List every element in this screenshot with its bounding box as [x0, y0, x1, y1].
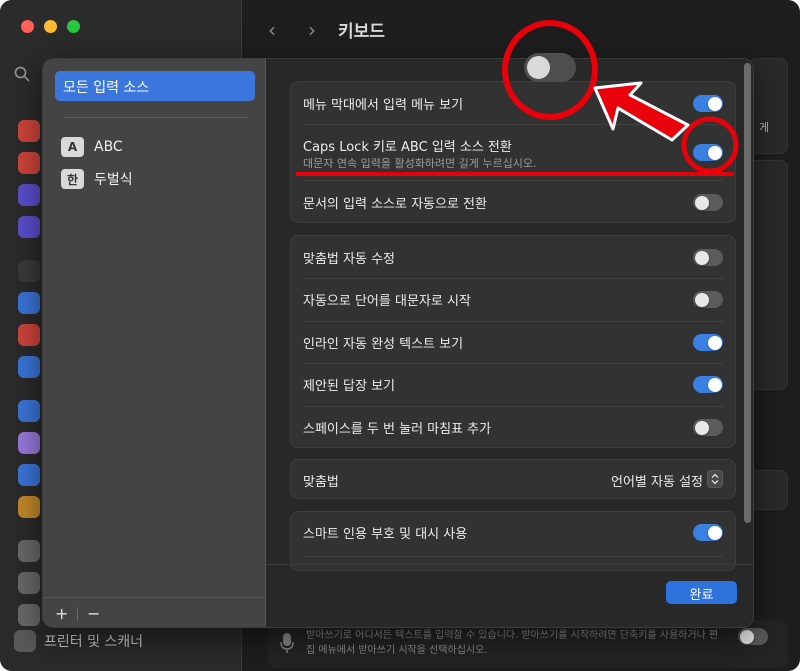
privacy-icon[interactable]	[18, 292, 40, 314]
auto-switch-toggle[interactable]	[693, 194, 723, 211]
keyboard-icon[interactable]	[18, 540, 40, 562]
background-card	[748, 470, 788, 510]
zoom-window-button[interactable]	[67, 20, 80, 33]
input-sources-sidebar: 모든 입력 소스 A ABC 한 두벌식 + −	[43, 59, 266, 627]
system-settings-window: 프린터 및 스캐너 ‹ › 키보드 게 받아쓰기로 어디서든 텍스트를 입력할 …	[0, 0, 800, 671]
input-source-label: ABC	[94, 139, 123, 155]
spelling-group: 맞춤법 언어별 자동 설정	[290, 459, 736, 499]
auto-capitalize-label: 자동으로 단어를 대문자로 시작	[303, 294, 471, 309]
autocorrect-label: 맞춤법 자동 수정	[303, 252, 395, 267]
input-source-label: 두벌식	[94, 172, 133, 188]
smart-quotes-group: 스마트 인용 부호 및 대시 사용	[290, 511, 736, 571]
text-input-group: 맞춤법 자동 수정 자동으로 단어를 대문자로 시작 인라인 자동 완성 텍스트…	[290, 235, 736, 448]
settings-row: 메뉴 막대에서 입력 메뉴 보기	[291, 82, 735, 124]
remove-source-button[interactable]: −	[87, 604, 100, 623]
hangul-badge-icon: 한	[61, 169, 84, 189]
sidebar-item-label: 프린터 및 스캐너	[44, 634, 144, 650]
printer-icon	[14, 630, 36, 652]
settings-row: 제안된 답장 보기	[291, 363, 735, 406]
wallet-icon[interactable]	[18, 432, 40, 454]
wallet-pay-icon[interactable]	[18, 496, 40, 518]
up-down-chevron-icon	[711, 473, 719, 485]
divider	[266, 564, 753, 565]
back-button[interactable]: ‹	[268, 18, 276, 42]
forward-button[interactable]: ›	[308, 18, 316, 42]
settings-row: 스마트 인용 부호 및 대시 사용	[291, 512, 735, 554]
autocorrect-toggle[interactable]	[693, 249, 723, 266]
show-input-menu-toggle[interactable]	[693, 95, 723, 112]
input-settings-panel: 메뉴 막대에서 입력 메뉴 보기 Caps Lock 키로 ABC 입력 소스 …	[266, 59, 753, 627]
content-header: ‹ ›	[242, 0, 800, 56]
settings-row: 인라인 자동 완성 텍스트 보기	[291, 321, 735, 363]
divider	[77, 607, 78, 621]
users-icon[interactable]	[18, 356, 40, 378]
done-button[interactable]: 완료	[666, 581, 737, 604]
inline-prediction-label: 인라인 자동 완성 텍스트 보기	[303, 337, 464, 352]
smart-quotes-toggle[interactable]	[693, 524, 723, 541]
scrollbar[interactable]	[744, 63, 751, 523]
search-icon[interactable]	[14, 66, 30, 82]
background-card-text: 게	[759, 121, 770, 134]
game-controller-icon[interactable]	[18, 604, 40, 626]
settings-row: Caps Lock 키로 ABC 입력 소스 전환 대문자 연속 입력을 활성화…	[291, 124, 735, 180]
input-source-2set-korean[interactable]: 한 두벌식	[61, 169, 133, 189]
settings-row: 자동으로 단어를 대문자로 시작	[291, 278, 735, 321]
sidebar-item-printers[interactable]: 프린터 및 스캐너	[14, 630, 143, 652]
page-title: 키보드	[338, 22, 385, 42]
screen-time-icon[interactable]	[18, 216, 40, 238]
spelling-popup-button[interactable]	[707, 470, 723, 488]
dictation-description: 받아쓰기로 어디서든 텍스트를 입력할 수 있습니다. 받아쓰기를 시작하려면 …	[306, 630, 719, 656]
inline-prediction-toggle[interactable]	[693, 334, 723, 351]
lock-icon[interactable]	[18, 260, 40, 282]
game-center-icon[interactable]	[18, 324, 40, 346]
notifications-icon[interactable]	[18, 120, 40, 142]
settings-row: 스페이스를 두 번 눌러 마침표 추가	[291, 406, 735, 449]
auto-switch-label: 문서의 입력 소스로 자동으로 전환	[303, 197, 487, 212]
sound-icon[interactable]	[18, 152, 40, 174]
divider	[63, 117, 249, 118]
caps-lock-switch-label: Caps Lock 키로 ABC 입력 소스 전환	[303, 140, 512, 155]
settings-row: 맞춤법 자동 수정	[291, 236, 735, 278]
double-space-period-label: 스페이스를 두 번 눌러 마침표 추가	[303, 422, 492, 437]
settings-row: 문서의 입력 소스로 자동으로 전환	[291, 180, 735, 224]
input-sources-sheet: 모든 입력 소스 A ABC 한 두벌식 + − 메뉴 막대에서 입력 메뉴 보…	[42, 58, 754, 628]
double-space-period-toggle[interactable]	[693, 419, 723, 436]
spelling-label: 맞춤법	[303, 475, 339, 490]
auto-capitalize-toggle[interactable]	[693, 291, 723, 308]
callout-toggle-off	[524, 53, 576, 82]
close-window-button[interactable]	[21, 20, 34, 33]
divider	[303, 556, 723, 557]
focus-icon[interactable]	[18, 184, 40, 206]
background-card	[748, 160, 788, 390]
background-card: 게	[748, 58, 788, 154]
sources-toolbar: + −	[43, 597, 266, 627]
show-input-menu-label: 메뉴 막대에서 입력 메뉴 보기	[303, 98, 464, 113]
internet-accounts-icon[interactable]	[18, 400, 40, 422]
dictation-toggle[interactable]	[738, 628, 768, 645]
caps-lock-switch-toggle[interactable]	[693, 144, 723, 161]
spelling-select-value[interactable]: 언어별 자동 설정	[611, 471, 703, 490]
all-input-sources-item[interactable]: 모든 입력 소스	[55, 71, 255, 101]
caps-lock-switch-description: 대문자 연속 입력을 활성화하려면 길게 누르십시오.	[303, 157, 537, 170]
add-source-button[interactable]: +	[55, 604, 68, 623]
smart-quotes-label: 스마트 인용 부호 및 대시 사용	[303, 527, 468, 542]
suggested-replies-toggle[interactable]	[693, 376, 723, 393]
icloud-icon[interactable]	[18, 464, 40, 486]
microphone-icon	[280, 633, 294, 653]
trackpad-icon[interactable]	[18, 572, 40, 594]
abc-badge-icon: A	[61, 137, 84, 157]
input-menu-group: 메뉴 막대에서 입력 메뉴 보기 Caps Lock 키로 ABC 입력 소스 …	[290, 81, 736, 223]
input-source-abc[interactable]: A ABC	[61, 137, 123, 157]
minimize-window-button[interactable]	[44, 20, 57, 33]
suggested-replies-label: 제안된 답장 보기	[303, 379, 395, 394]
